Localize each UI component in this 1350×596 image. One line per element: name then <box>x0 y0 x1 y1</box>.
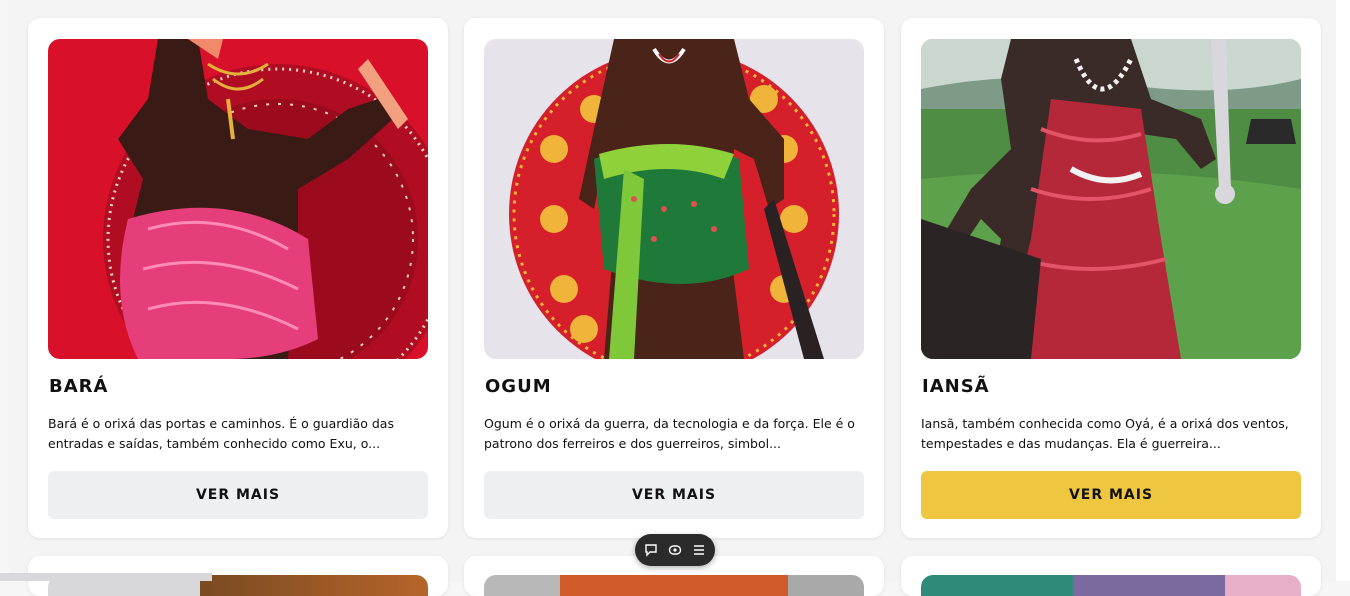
card-title: OGUM <box>485 376 552 397</box>
card-image-peek <box>921 575 1301 596</box>
eye-icon[interactable] <box>668 543 682 557</box>
orixa-card-ogum: OGUM Ogum é o orixá da guerra, da tecnol… <box>464 18 884 538</box>
iansa-illustration <box>921 39 1301 359</box>
bara-illustration <box>48 39 428 359</box>
card-description: Iansã, também conhecida como Oyá, é a or… <box>921 416 1289 451</box>
card-image-bara <box>48 39 428 359</box>
orixa-card-row2-3 <box>901 556 1321 596</box>
bottom-strip <box>0 573 212 581</box>
ver-mais-button-ogum[interactable]: VER MAIS <box>484 471 864 519</box>
orixa-card-bara: BARÁ Bará é o orixá das portas e caminho… <box>28 18 448 538</box>
ver-mais-button-iansa[interactable]: VER MAIS <box>921 471 1301 519</box>
card-description: Bará é o orixá das portas e caminhos. É … <box>48 416 394 451</box>
card-image-ogum <box>484 39 864 359</box>
scrollbar[interactable] <box>1336 0 1350 581</box>
card-title: BARÁ <box>49 376 109 397</box>
card-title: IANSÃ <box>922 376 990 397</box>
ver-mais-button-bara[interactable]: VER MAIS <box>48 471 428 519</box>
card-description: Ogum é o orixá da guerra, da tecnologia … <box>484 416 855 451</box>
orixa-card-iansa: IANSÃ Iansã, também conhecida como Oyá, … <box>901 18 1321 538</box>
list-icon[interactable] <box>692 543 706 557</box>
ogum-illustration <box>484 39 864 359</box>
card-image-iansa <box>921 39 1301 359</box>
chat-bubble-icon[interactable] <box>644 543 658 557</box>
floating-toolbar[interactable] <box>635 534 715 566</box>
card-image-peek <box>484 575 864 596</box>
